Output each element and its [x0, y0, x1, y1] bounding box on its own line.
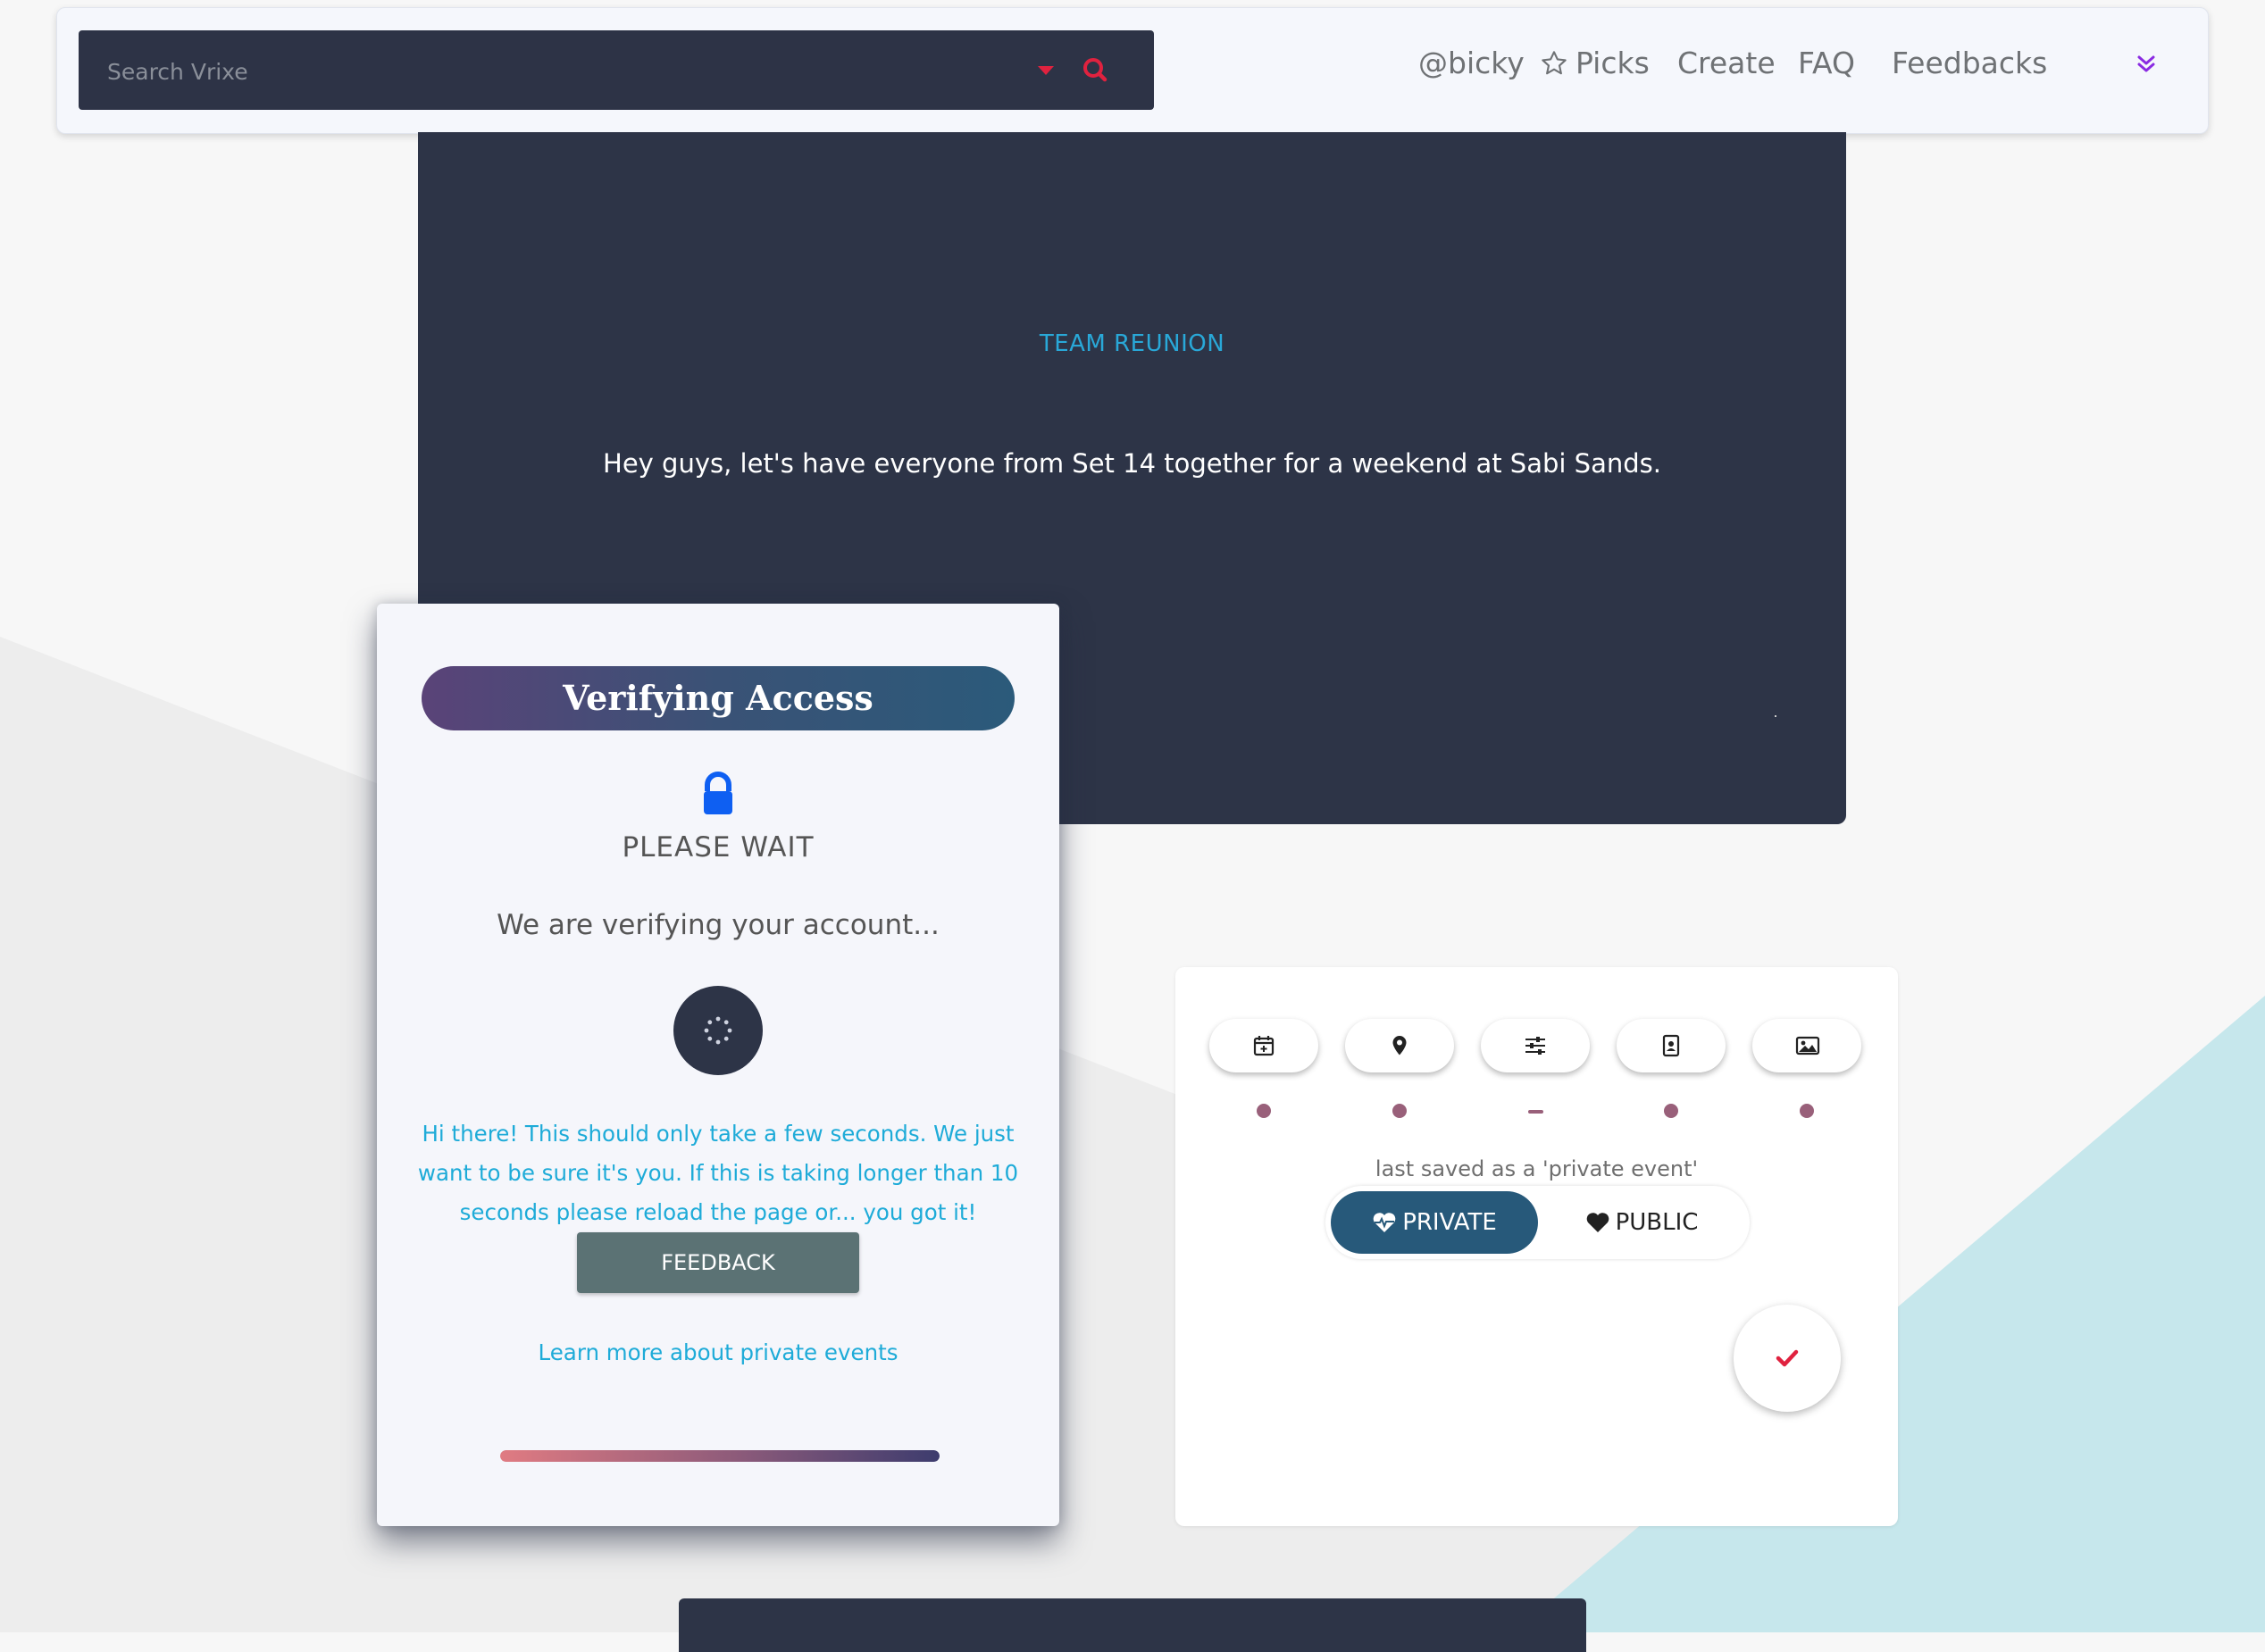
modal-message: We are verifying your account...	[497, 909, 940, 941]
private-label: PRIVATE	[1402, 1209, 1497, 1236]
nav-expand-button[interactable]	[2136, 54, 2156, 78]
step-options-button[interactable]	[1481, 1019, 1590, 1072]
privacy-toggle: PRIVATE PUBLIC	[1325, 1186, 1750, 1259]
nav-faq[interactable]: FAQ	[1798, 46, 1855, 80]
sliders-icon	[1525, 1037, 1545, 1055]
step-indicator-dash	[1528, 1110, 1543, 1114]
top-navbar: @bicky Picks Create FAQ Feedbacks	[56, 7, 2209, 134]
heart-icon	[1586, 1213, 1609, 1232]
hero-dot	[1775, 715, 1776, 717]
step-date-button[interactable]	[1209, 1019, 1318, 1072]
search-input[interactable]	[105, 50, 949, 93]
step-contact-button[interactable]	[1617, 1019, 1726, 1072]
caret-down-icon[interactable]	[1038, 66, 1054, 75]
calendar-icon	[1253, 1036, 1275, 1056]
private-option[interactable]: PRIVATE	[1331, 1191, 1538, 1254]
step-indicator-dot	[1800, 1104, 1814, 1118]
double-chevron-down-icon	[2137, 55, 2155, 72]
public-label: PUBLIC	[1615, 1209, 1699, 1236]
modal-progress-bar	[500, 1450, 940, 1462]
event-title: TEAM REUNION	[1039, 330, 1225, 357]
public-option[interactable]: PUBLIC	[1538, 1191, 1745, 1254]
search-button[interactable]	[1077, 52, 1115, 89]
contact-card-icon	[1662, 1034, 1680, 1057]
nav-user[interactable]: @bicky	[1418, 46, 1525, 80]
checkmark-icon	[1776, 1349, 1799, 1367]
modal-title: Verifying Access	[422, 666, 1015, 730]
step-location-button[interactable]	[1345, 1019, 1454, 1072]
nav-picks-label: Picks	[1575, 46, 1650, 80]
search-icon	[1083, 58, 1107, 82]
nav-feedbacks[interactable]: Feedbacks	[1892, 46, 2047, 80]
step-image-button[interactable]	[1752, 1019, 1861, 1072]
event-editor-card: last saved as a 'private event' PRIVATE …	[1175, 967, 1898, 1526]
nav-picks[interactable]: Picks	[1540, 46, 1650, 80]
learn-more-link[interactable]: Learn more about private events	[377, 1339, 1059, 1365]
modal-progress-fill	[500, 1450, 940, 1462]
verifying-access-modal: Verifying Access PLEASE WAIT We are veri…	[377, 604, 1059, 1526]
search-bar	[79, 30, 1154, 110]
last-saved-text: last saved as a 'private event'	[1375, 1156, 1699, 1181]
step-indicator-dot	[1392, 1104, 1407, 1118]
modal-status: PLEASE WAIT	[622, 831, 815, 864]
modal-note: Hi there! This should only take a few se…	[417, 1121, 1019, 1225]
step-indicator-dot	[1664, 1104, 1678, 1118]
spinner-icon	[704, 1016, 732, 1045]
nav-create[interactable]: Create	[1677, 46, 1776, 80]
image-icon	[1795, 1036, 1820, 1055]
step-indicator-dot	[1257, 1104, 1271, 1118]
event-description: Hey guys, let's have everyone from Set 1…	[603, 448, 1661, 479]
lock-icon	[704, 772, 732, 814]
feedback-button[interactable]: FEEDBACK	[577, 1232, 859, 1293]
loading-spinner	[673, 986, 763, 1075]
confirm-save-button[interactable]	[1734, 1305, 1841, 1412]
bottom-dark-panel	[679, 1598, 1586, 1652]
heartbeat-icon	[1373, 1213, 1396, 1232]
map-pin-icon	[1392, 1036, 1407, 1055]
star-icon	[1542, 50, 1567, 74]
